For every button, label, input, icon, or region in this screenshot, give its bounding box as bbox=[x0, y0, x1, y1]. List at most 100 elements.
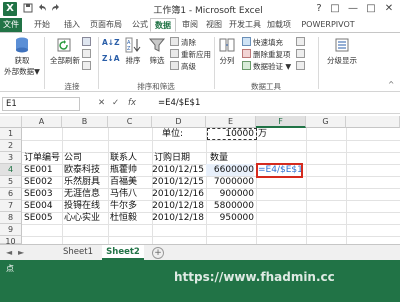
column-header-selected[interactable]: F bbox=[256, 116, 306, 128]
tab-insert[interactable]: 插入 bbox=[60, 18, 84, 32]
tab-powerpivot[interactable]: POWERPIVOT bbox=[296, 18, 360, 32]
header-contact[interactable]: 联系人 bbox=[110, 152, 137, 164]
tab-page-layout[interactable]: 页面布局 bbox=[86, 18, 126, 32]
table-cell[interactable]: 杜恒毅 bbox=[110, 212, 137, 224]
header-order-date[interactable]: 订购日期 bbox=[154, 152, 190, 164]
relationships-icon[interactable] bbox=[296, 61, 307, 72]
table-cell[interactable]: 投锝在线 bbox=[64, 200, 100, 212]
table-cell[interactable]: 5800000 bbox=[206, 200, 254, 212]
table-cell[interactable]: 2010/12/18 bbox=[152, 200, 204, 212]
remove-duplicates-button[interactable]: 删除重复项 bbox=[242, 49, 291, 60]
what-if-icon[interactable] bbox=[296, 49, 307, 60]
tab-home[interactable]: 开始 bbox=[30, 18, 54, 32]
row-header[interactable]: 10 bbox=[0, 236, 22, 246]
column-header[interactable]: A bbox=[22, 116, 62, 128]
connections-icon[interactable] bbox=[82, 37, 93, 48]
get-external-data-button[interactable]: 获取 外部数据▼ bbox=[2, 36, 42, 77]
table-cell[interactable]: 2010/12/15 bbox=[152, 176, 204, 188]
table-cell[interactable]: 900000 bbox=[206, 188, 254, 200]
text-to-columns-button[interactable]: 分列 bbox=[216, 36, 238, 66]
column-header[interactable]: G bbox=[306, 116, 346, 128]
sort-button[interactable]: AZ 排序 bbox=[122, 36, 144, 66]
advanced-filter-button[interactable]: 高级 bbox=[170, 61, 196, 72]
select-all-corner[interactable] bbox=[0, 116, 22, 128]
tab-formulas[interactable]: 公式 bbox=[128, 18, 152, 32]
row-header[interactable]: 9 bbox=[0, 224, 22, 236]
refresh-all-button[interactable]: 全部刷新 bbox=[48, 36, 82, 66]
cell-d1[interactable]: 单位: bbox=[162, 128, 183, 140]
table-cell[interactable]: 2010/12/18 bbox=[152, 212, 204, 224]
reapply-button[interactable]: 重新应用 bbox=[170, 49, 211, 60]
save-icon[interactable] bbox=[22, 3, 34, 15]
table-cell[interactable]: SE001 bbox=[24, 164, 53, 176]
help-button[interactable]: ? bbox=[312, 2, 326, 16]
table-cell[interactable]: 乐然厨具 bbox=[64, 176, 100, 188]
cancel-formula-button[interactable]: ✕ bbox=[98, 98, 105, 108]
tab-view[interactable]: 视图 bbox=[202, 18, 226, 32]
table-cell[interactable]: 7000000 bbox=[206, 176, 254, 188]
table-cell[interactable]: 百福美 bbox=[110, 176, 137, 188]
row-header[interactable]: 2 bbox=[0, 140, 22, 152]
table-cell[interactable]: SE002 bbox=[24, 176, 53, 188]
row-header-selected[interactable]: 4 bbox=[0, 164, 22, 176]
column-header[interactable] bbox=[346, 116, 400, 128]
edit-links-icon[interactable] bbox=[82, 61, 93, 72]
add-sheet-button[interactable]: + bbox=[152, 247, 164, 259]
tab-data[interactable]: 数据 bbox=[150, 18, 176, 32]
header-quantity[interactable]: 数量 bbox=[210, 152, 228, 164]
row-header[interactable]: 8 bbox=[0, 212, 22, 224]
tab-file[interactable]: 文件 bbox=[0, 18, 22, 32]
tab-add-ins[interactable]: 加载项 bbox=[264, 18, 294, 32]
table-cell[interactable]: 心心实业 bbox=[64, 212, 100, 224]
column-header[interactable]: C bbox=[108, 116, 152, 128]
properties-icon[interactable] bbox=[82, 49, 93, 60]
table-cell[interactable]: 马伟八 bbox=[110, 188, 137, 200]
table-cell[interactable]: 6600000 bbox=[206, 164, 254, 176]
insert-function-button[interactable]: fx bbox=[128, 98, 136, 108]
table-cell[interactable]: 2010/12/15 bbox=[152, 164, 204, 176]
ribbon-display-button[interactable]: □ bbox=[328, 2, 342, 16]
sort-ascending-button[interactable]: A↓Z bbox=[102, 37, 120, 48]
table-cell[interactable]: SE005 bbox=[24, 212, 53, 224]
clear-button[interactable]: 清除 bbox=[170, 37, 196, 48]
row-header[interactable]: 1 bbox=[0, 128, 22, 140]
formula-input[interactable]: =E4/$E$1 bbox=[158, 98, 200, 108]
tab-review[interactable]: 审阅 bbox=[178, 18, 202, 32]
sheet-nav-next[interactable]: ► bbox=[18, 248, 24, 257]
row-header[interactable]: 6 bbox=[0, 188, 22, 200]
table-cell[interactable]: 牛尔多 bbox=[110, 200, 137, 212]
redo-icon[interactable] bbox=[50, 3, 62, 15]
table-cell[interactable]: 欧泰科技 bbox=[64, 164, 100, 176]
header-order-id[interactable]: 订单编号 bbox=[24, 152, 60, 164]
column-header[interactable]: E bbox=[206, 116, 256, 128]
undo-icon[interactable] bbox=[36, 3, 48, 15]
outline-button[interactable]: 分级显示 bbox=[322, 36, 362, 66]
sheet-nav-prev[interactable]: ◄ bbox=[6, 248, 12, 257]
table-cell[interactable]: 2010/12/16 bbox=[152, 188, 204, 200]
data-validation-button[interactable]: 数据验证 ▼ bbox=[242, 61, 291, 72]
column-header[interactable]: D bbox=[152, 116, 206, 128]
close-button[interactable]: ✕ bbox=[382, 2, 396, 16]
minimize-button[interactable]: — bbox=[346, 2, 360, 16]
header-company[interactable]: 公司 bbox=[64, 152, 82, 164]
cell-f1[interactable]: 万 bbox=[258, 128, 267, 140]
table-cell[interactable]: SE004 bbox=[24, 200, 53, 212]
row-header[interactable]: 7 bbox=[0, 200, 22, 212]
column-header[interactable]: B bbox=[62, 116, 108, 128]
sheet-tab-sheet1[interactable]: Sheet1 bbox=[58, 245, 98, 260]
enter-formula-button[interactable]: ✓ bbox=[112, 98, 119, 108]
filter-button[interactable]: 筛选 bbox=[146, 36, 168, 66]
consolidate-icon[interactable] bbox=[296, 37, 307, 48]
table-cell[interactable]: 瓶藿帅 bbox=[110, 164, 137, 176]
sort-descending-button[interactable]: Z↓A bbox=[102, 53, 120, 64]
table-cell[interactable]: 950000 bbox=[206, 212, 254, 224]
maximize-button[interactable]: □ bbox=[364, 2, 378, 16]
sheet-tab-sheet2[interactable]: Sheet2 bbox=[102, 245, 144, 260]
name-box[interactable]: E1 bbox=[2, 97, 80, 111]
cell-e1[interactable]: 10000 bbox=[208, 128, 254, 140]
worksheet-grid[interactable]: A B C D E F G 1 2 3 4 5 6 7 8 9 10 单位: 1… bbox=[0, 116, 400, 246]
flash-fill-button[interactable]: 快速填充 bbox=[242, 37, 283, 48]
table-cell[interactable]: 无涯信息 bbox=[64, 188, 100, 200]
row-header[interactable]: 5 bbox=[0, 176, 22, 188]
table-cell[interactable]: SE003 bbox=[24, 188, 53, 200]
